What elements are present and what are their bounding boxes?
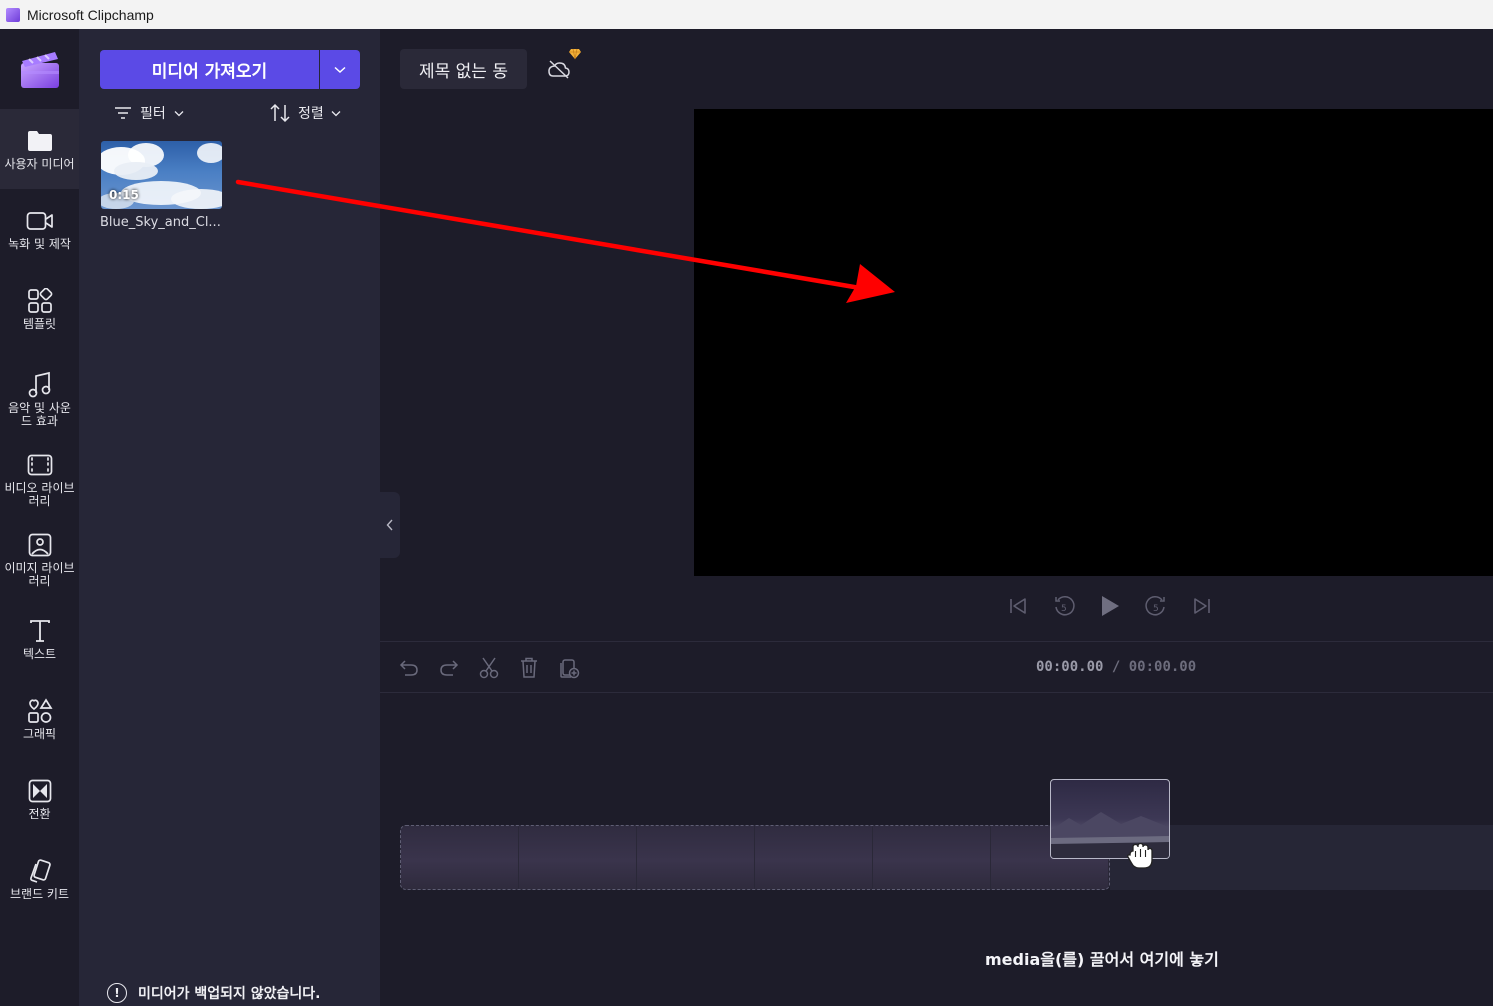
rail-item-label: 텍스트 xyxy=(22,647,57,661)
play-icon xyxy=(1102,596,1119,616)
split-button[interactable] xyxy=(475,652,503,684)
rail-item-label: 이미지 라이브러리 xyxy=(4,560,75,588)
timeline-top-divider xyxy=(380,641,1493,642)
rewind-5s-button[interactable]: 5 xyxy=(1046,588,1082,624)
chevron-down-icon xyxy=(334,66,346,73)
time-separator: / xyxy=(1103,659,1129,675)
backup-warning-text: 미디어가 백업되지 않았습니다. xyxy=(138,986,321,1002)
skip-forward-icon xyxy=(1194,598,1210,614)
rail-item-record-create[interactable]: 녹화 및 제작 xyxy=(0,189,79,269)
trash-icon xyxy=(521,657,537,678)
timecode-display: 00:00.00 / 00:00.00 xyxy=(1036,659,1196,675)
rail-item-label: 녹화 및 제작 xyxy=(8,237,71,251)
import-media-button[interactable]: 미디어 가져오기 xyxy=(100,50,319,89)
forward-5-icon: 5 xyxy=(1145,596,1165,616)
sort-arrows-icon xyxy=(270,103,290,123)
window-titlebar: Microsoft Clipchamp xyxy=(0,0,1493,29)
premium-diamond-icon xyxy=(569,48,581,60)
scissors-icon xyxy=(479,657,499,679)
redo-icon xyxy=(440,660,459,676)
delete-button[interactable] xyxy=(515,652,543,684)
media-item-thumbnail[interactable]: 0:15 xyxy=(101,141,222,209)
rail-item-label: 비디오 라이브러리 xyxy=(4,480,75,508)
total-time: 00:00.00 xyxy=(1128,659,1197,675)
skip-to-start-button[interactable] xyxy=(1000,588,1036,624)
duplicate-button[interactable] xyxy=(555,652,583,684)
cloud-off-icon xyxy=(548,60,570,79)
templates-icon xyxy=(26,287,54,315)
left-nav-rail: 사용자 미디어 녹화 및 제작 템플릿 음악 및 사운드 효과 비디오 라이브러… xyxy=(0,29,79,1006)
svg-text:5: 5 xyxy=(1153,604,1159,614)
timeline-ruler-divider xyxy=(380,692,1493,693)
chevron-down-icon xyxy=(174,110,184,116)
filter-icon xyxy=(115,107,131,119)
backup-warning[interactable]: ! 미디어가 백업되지 않았습니다. xyxy=(107,983,321,1003)
rail-item-brand-kit[interactable]: 브랜드 키트 xyxy=(0,839,79,919)
clipchamp-logo-icon xyxy=(21,52,59,88)
rail-item-music-sfx[interactable]: 음악 및 사운드 효과 xyxy=(0,359,79,439)
forward-5s-button[interactable]: 5 xyxy=(1138,588,1174,624)
window-title: Microsoft Clipchamp xyxy=(27,6,154,23)
info-exclamation-icon: ! xyxy=(107,983,127,1003)
current-time: 00:00.00 xyxy=(1036,659,1104,675)
duplicate-add-icon xyxy=(560,659,580,679)
video-preview-canvas[interactable] xyxy=(694,109,1493,576)
video-camera-icon xyxy=(26,207,54,235)
timeline-drop-zone[interactable] xyxy=(400,825,1110,890)
collapse-panel-button[interactable] xyxy=(380,492,400,558)
grab-hand-cursor-icon xyxy=(1127,842,1153,869)
svg-text:5: 5 xyxy=(1061,604,1067,614)
rail-item-graphics[interactable]: 그래픽 xyxy=(0,679,79,759)
folder-icon xyxy=(26,127,54,155)
shapes-icon xyxy=(26,697,54,725)
sort-button[interactable]: 정렬 xyxy=(269,101,341,125)
rail-item-text[interactable]: 텍스트 xyxy=(0,599,79,679)
rail-item-label: 템플릿 xyxy=(22,317,57,331)
media-duration: 0:15 xyxy=(109,188,139,202)
filter-button[interactable]: 필터 xyxy=(114,101,184,125)
chevron-down-icon xyxy=(331,110,341,116)
rewind-5-icon: 5 xyxy=(1055,596,1075,616)
undo-button[interactable] xyxy=(395,652,423,684)
image-icon xyxy=(26,531,54,559)
drop-hint-text: media을(를) 끌어서 여기에 놓기 xyxy=(985,950,1219,969)
media-panel: 미디어 가져오기 필터 정렬 0:15 Blue_Sky_and_Cl... !… xyxy=(79,29,380,1006)
skip-to-end-button[interactable] xyxy=(1184,588,1220,624)
transition-icon xyxy=(26,777,54,805)
skip-back-icon xyxy=(1010,598,1026,614)
rail-item-image-library[interactable]: 이미지 라이브러리 xyxy=(0,519,79,599)
media-item-name: Blue_Sky_and_Cl... xyxy=(100,215,221,230)
placeholder-frame xyxy=(873,826,991,889)
rail-item-label: 전환 xyxy=(28,807,51,821)
clipchamp-app-icon xyxy=(6,7,20,22)
project-title-button[interactable]: 제목 없는 동 xyxy=(400,49,527,89)
placeholder-frame xyxy=(401,826,519,889)
filter-label: 필터 xyxy=(140,106,166,122)
rail-item-video-library[interactable]: 비디오 라이브러리 xyxy=(0,439,79,519)
placeholder-frame xyxy=(637,826,755,889)
redo-button[interactable] xyxy=(435,652,463,684)
rail-item-label: 브랜드 키트 xyxy=(9,887,69,901)
undo-icon xyxy=(399,660,418,676)
text-icon xyxy=(26,617,54,645)
rail-item-label: 사용자 미디어 xyxy=(4,157,75,171)
rail-item-your-media[interactable]: 사용자 미디어 xyxy=(0,109,79,189)
timeline-toolbar xyxy=(395,652,583,684)
player-controls: 5 5 xyxy=(1000,588,1220,624)
rail-item-label: 음악 및 사운드 효과 xyxy=(8,400,71,428)
rail-item-templates[interactable]: 템플릿 xyxy=(0,269,79,349)
rail-item-label: 그래픽 xyxy=(22,727,57,741)
placeholder-frame xyxy=(755,826,873,889)
play-button[interactable] xyxy=(1092,588,1128,624)
placeholder-frame xyxy=(519,826,637,889)
brand-kit-icon xyxy=(26,857,54,885)
rail-item-transitions[interactable]: 전환 xyxy=(0,759,79,839)
chevron-left-icon xyxy=(386,519,393,531)
film-icon xyxy=(26,451,54,479)
sort-label: 정렬 xyxy=(298,106,324,122)
import-media-dropdown-button[interactable] xyxy=(320,50,360,89)
music-note-icon xyxy=(26,371,54,399)
